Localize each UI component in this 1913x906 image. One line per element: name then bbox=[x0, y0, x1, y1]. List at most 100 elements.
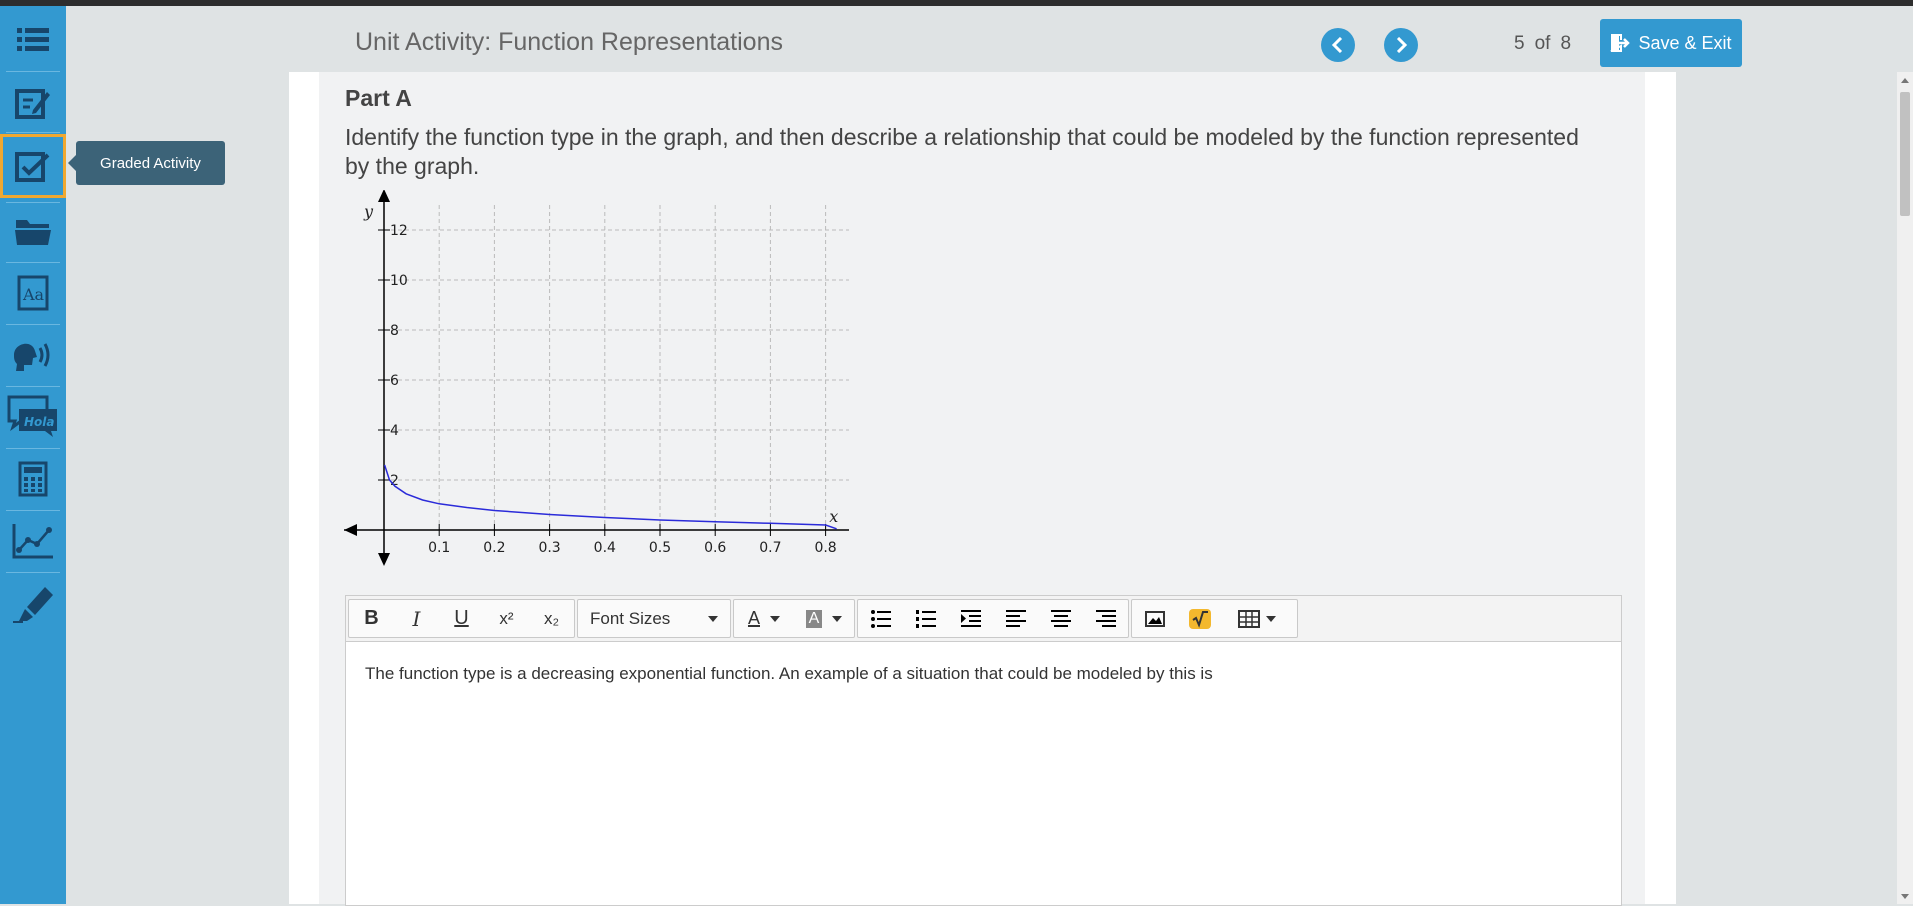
highlight-color-button[interactable]: A bbox=[794, 600, 854, 637]
equation-icon bbox=[1188, 608, 1211, 629]
sidebar: Aa Hola bbox=[0, 6, 66, 904]
font-size-group: Font Sizes bbox=[577, 599, 731, 638]
sidebar-divider bbox=[6, 71, 60, 72]
translation-icon[interactable]: Hola bbox=[0, 388, 66, 446]
bold-button[interactable]: B bbox=[349, 600, 394, 637]
editor-toolbar: B I U x² x₂ Font Sizes A A bbox=[346, 596, 1621, 642]
align-center-button[interactable] bbox=[1038, 600, 1083, 637]
insert-equation-button[interactable] bbox=[1177, 600, 1222, 637]
x-axis-label: x bbox=[829, 507, 838, 526]
font-color-button[interactable]: A bbox=[734, 600, 794, 637]
translation-badge: Hola bbox=[24, 415, 55, 429]
sidebar-tooltip: Graded Activity bbox=[68, 141, 225, 185]
question-text: Identify the function type in the graph,… bbox=[345, 124, 1579, 179]
subscript-button[interactable]: x₂ bbox=[529, 600, 574, 637]
x-tick-label: 0.1 bbox=[428, 540, 450, 556]
sidebar-divider bbox=[6, 510, 60, 511]
notepad-icon[interactable] bbox=[0, 74, 66, 132]
bullet-list-icon bbox=[870, 609, 891, 628]
graph-icon[interactable] bbox=[0, 512, 66, 570]
paragraph-group bbox=[857, 599, 1129, 638]
indent-icon bbox=[960, 609, 981, 627]
caret-down-icon bbox=[832, 615, 843, 622]
sidebar-divider bbox=[6, 448, 60, 449]
y-tick-label: 4 bbox=[390, 423, 399, 439]
x-tick-label: 0.4 bbox=[594, 540, 616, 556]
caret-down-icon bbox=[1266, 615, 1276, 622]
page-total: 8 bbox=[1560, 33, 1572, 54]
exit-icon bbox=[1611, 34, 1631, 52]
page-of: of bbox=[1534, 33, 1551, 54]
superscript-button[interactable]: x² bbox=[484, 600, 529, 637]
align-left-button[interactable] bbox=[993, 600, 1038, 637]
graded-activity-icon[interactable] bbox=[0, 134, 66, 198]
question-card: Part A Identify the function type in the… bbox=[319, 72, 1645, 906]
align-right-button[interactable] bbox=[1083, 600, 1128, 637]
highlighter-icon[interactable] bbox=[0, 574, 66, 632]
numbered-list-button[interactable] bbox=[903, 600, 948, 637]
text-to-speech-icon[interactable] bbox=[0, 326, 66, 384]
numbered-list-icon bbox=[915, 609, 936, 628]
align-left-icon bbox=[1005, 609, 1026, 627]
x-tick-label: 0.7 bbox=[759, 540, 781, 556]
y-tick-label: 8 bbox=[390, 323, 399, 339]
header: Unit Activity: Function Representations … bbox=[66, 6, 1913, 72]
color-group: A A bbox=[733, 599, 855, 638]
save-exit-label: Save & Exit bbox=[1638, 32, 1732, 53]
indent-button[interactable] bbox=[948, 600, 993, 637]
response-text: The function type is a decreasing expone… bbox=[365, 664, 1213, 683]
italic-button[interactable]: I bbox=[394, 600, 439, 637]
x-tick-label: 0.2 bbox=[483, 540, 505, 556]
underline-button[interactable]: U bbox=[439, 600, 484, 637]
scroll-thumb[interactable] bbox=[1900, 92, 1910, 216]
page-scrollbar[interactable] bbox=[1897, 72, 1913, 904]
sidebar-divider bbox=[6, 262, 60, 263]
function-graph: 0.1 0.2 0.3 0.4 0.5 0.6 0.7 0.824681012xy bbox=[339, 190, 849, 580]
table-icon bbox=[1238, 609, 1260, 628]
content-page: Part A Identify the function type in the… bbox=[289, 72, 1676, 906]
y-tick-label: 6 bbox=[390, 373, 399, 389]
previous-button[interactable] bbox=[1321, 28, 1355, 62]
part-title: Part A bbox=[345, 85, 412, 111]
page-counter: 5 of 8 bbox=[1514, 33, 1581, 55]
sidebar-divider bbox=[6, 324, 60, 325]
y-tick-label: 12 bbox=[390, 223, 408, 239]
svg-text:Aa: Aa bbox=[22, 285, 45, 304]
sidebar-divider bbox=[6, 386, 60, 387]
sidebar-divider bbox=[6, 572, 60, 573]
next-button[interactable] bbox=[1384, 28, 1418, 62]
x-tick-label: 0.6 bbox=[704, 540, 726, 556]
highlight-color-icon: A bbox=[805, 609, 823, 628]
page-current: 5 bbox=[1514, 33, 1525, 54]
x-tick-label: 0.8 bbox=[814, 540, 836, 556]
calculator-icon[interactable] bbox=[0, 450, 66, 508]
x-tick-label: 0.3 bbox=[538, 540, 560, 556]
y-tick-label: 10 bbox=[390, 273, 408, 289]
y-axis-label: y bbox=[363, 202, 374, 221]
dictionary-icon[interactable]: Aa bbox=[0, 264, 66, 322]
graph-background bbox=[339, 190, 849, 580]
list-icon[interactable] bbox=[0, 11, 66, 69]
insert-image-button[interactable] bbox=[1132, 600, 1177, 637]
caret-down-icon bbox=[708, 615, 718, 622]
chevron-right-icon bbox=[1396, 37, 1408, 53]
chevron-left-icon bbox=[1331, 37, 1343, 53]
scroll-up-icon[interactable] bbox=[1901, 78, 1909, 83]
bullet-list-button[interactable] bbox=[858, 600, 903, 637]
sidebar-divider bbox=[6, 132, 60, 133]
align-center-icon bbox=[1050, 609, 1071, 627]
font-sizes-label: Font Sizes bbox=[590, 608, 671, 628]
caret-down-icon bbox=[770, 615, 780, 622]
save-exit-button[interactable]: Save & Exit bbox=[1600, 19, 1742, 67]
align-right-icon bbox=[1095, 609, 1116, 627]
font-color-icon: A bbox=[747, 608, 760, 628]
x-tick-label: 0.5 bbox=[649, 540, 671, 556]
insert-group bbox=[1131, 599, 1298, 638]
insert-table-button[interactable] bbox=[1222, 600, 1292, 637]
font-sizes-dropdown[interactable]: Font Sizes bbox=[578, 600, 730, 637]
page-title: Unit Activity: Function Representations bbox=[355, 28, 783, 56]
format-group: B I U x² x₂ bbox=[348, 599, 575, 638]
folder-icon[interactable] bbox=[0, 202, 66, 260]
response-editor[interactable]: B I U x² x₂ Font Sizes A A The function … bbox=[345, 595, 1622, 906]
scroll-down-icon[interactable] bbox=[1901, 894, 1909, 899]
